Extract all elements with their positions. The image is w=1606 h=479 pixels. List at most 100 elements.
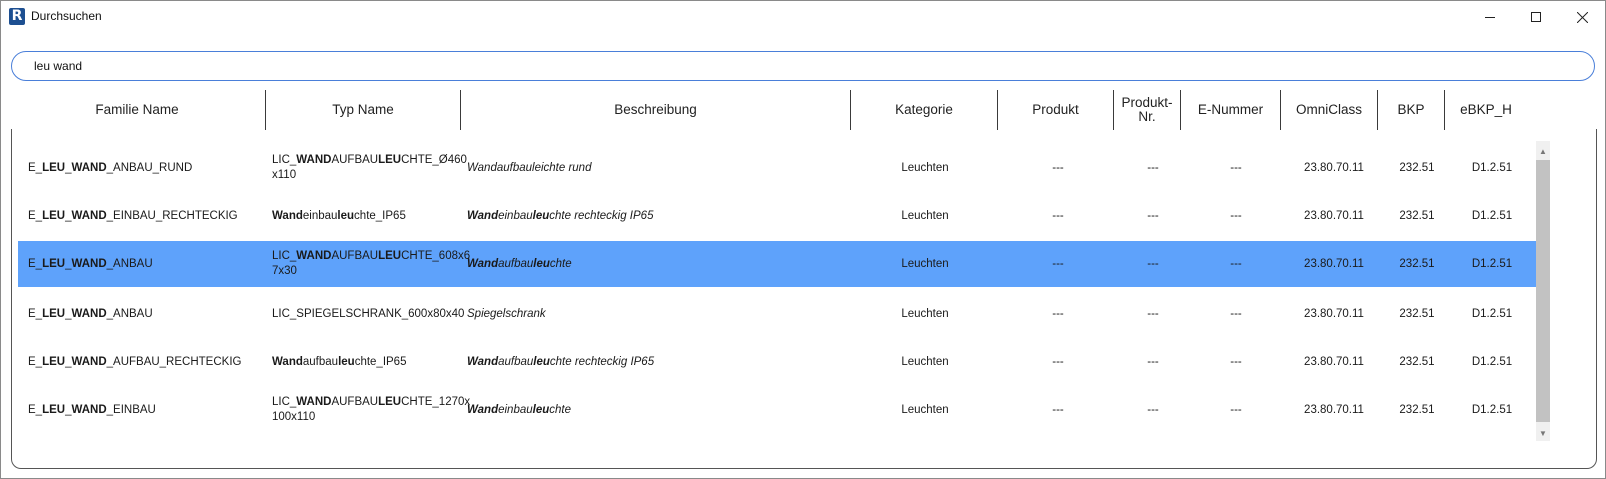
cell-ebkp-h: D1.2.51 [1471, 355, 1513, 368]
results-table: E_LEU_WAND_ANBAU_RUND LIC_WANDAUFBAULEUCH… [11, 129, 1597, 469]
cell-omniclass: 23.80.70.11 [1304, 257, 1364, 270]
browse-window: R Durchsuchen Familie NameTyp NameBeschr… [0, 0, 1606, 479]
column-separator[interactable] [1280, 90, 1281, 130]
cell-kategorie: Leuchten [901, 355, 949, 368]
cell-beschreibung: Wandaufbauleichte rund [467, 161, 592, 174]
column-header-familie-name[interactable]: Familie Name [9, 89, 265, 131]
column-separator[interactable] [1444, 90, 1445, 130]
table-header: Familie Name Typ Name Beschreibung Kategori… [9, 89, 1601, 131]
column-separator[interactable] [265, 90, 266, 130]
cell-bkp: 232.51 [1399, 257, 1435, 270]
close-button[interactable] [1559, 1, 1605, 33]
cell-familie: E_LEU_WAND_EINBAU [28, 403, 156, 416]
cell-typ: LIC_WANDAUFBAULEUCHTE_1270x 100x110 [272, 396, 471, 423]
cell-typ: Wandaufbauleuchte_IP65 [272, 355, 407, 368]
cell-kategorie: Leuchten [901, 257, 949, 270]
cell-produkt-nr: --- [1147, 209, 1159, 222]
cell-typ: LIC_WANDAUFBAULEUCHTE_Ø460 x110 [272, 154, 467, 181]
cell-ebkp-h: D1.2.51 [1471, 257, 1513, 270]
close-icon [1576, 11, 1588, 23]
cell-produkt-nr: --- [1147, 161, 1159, 174]
cell-ebkp-h: D1.2.51 [1471, 403, 1513, 416]
table-row[interactable]: E_LEU_WAND_AUFBAU_RECHTECKIG Wandaufbaule… [18, 339, 1536, 385]
vertical-scrollbar[interactable]: ▲ ▼ [1536, 141, 1550, 441]
cell-produkt: --- [1052, 209, 1064, 222]
cell-produkt-nr: --- [1147, 257, 1159, 270]
column-header-beschreibung[interactable]: Beschreibung [461, 89, 850, 131]
cell-beschreibung: Spiegelschrank [467, 307, 546, 320]
column-separator[interactable] [1377, 90, 1378, 130]
cell-beschreibung: Wandeinbauleuchte [467, 403, 572, 416]
column-header-kategorie[interactable]: Kategorie [851, 89, 997, 131]
column-separator[interactable] [460, 90, 461, 130]
cell-ebkp-h: D1.2.51 [1471, 307, 1513, 320]
column-header-bkp[interactable]: BKP [1378, 89, 1444, 131]
cell-typ: LIC_WANDAUFBAULEUCHTE_608x6 7x30 [272, 250, 471, 277]
cell-omniclass: 23.80.70.11 [1304, 209, 1364, 222]
cell-omniclass: 23.80.70.11 [1304, 403, 1364, 416]
cell-beschreibung: Wandaufbauleuchte [467, 257, 572, 270]
column-header-typ-name[interactable]: Typ Name [266, 89, 460, 131]
column-header-produkt-nr[interactable]: Produkt- Nr. [1114, 89, 1180, 131]
cell-beschreibung: Wandeinbauleuchte rechteckig IP65 [467, 209, 654, 222]
cell-ebkp-h: D1.2.51 [1471, 209, 1513, 222]
cell-omniclass: 23.80.70.11 [1304, 355, 1364, 368]
cell-produkt: --- [1052, 403, 1064, 416]
table-row[interactable]: E_LEU_WAND_ANBAU LIC_SPIEGELSCHRANK_600x8… [18, 291, 1536, 337]
cell-typ: LIC_SPIEGELSCHRANK_600x80x40 [272, 307, 465, 320]
column-header-e-nummer[interactable]: E-Nummer [1181, 89, 1280, 131]
table-row[interactable]: E_LEU_WAND_EINBAU_RECHTECKIG Wandeinbaule… [18, 193, 1536, 239]
column-separator[interactable] [1180, 90, 1181, 130]
table-row[interactable]: E_LEU_WAND_EINBAU LIC_WANDAUFBAULEUCHTE_1… [18, 387, 1536, 433]
cell-kategorie: Leuchten [901, 307, 949, 320]
cell-familie: E_LEU_WAND_AUFBAU_RECHTECKIG [28, 355, 242, 368]
cell-e-nummer: --- [1230, 257, 1242, 270]
table-row[interactable]: E_LEU_WAND_ANBAU LIC_WANDAUFBAULEUCHTE_60… [18, 241, 1536, 287]
cell-e-nummer: --- [1230, 355, 1242, 368]
table-row[interactable]: E_LEU_WAND_ANBAU_RUND LIC_WANDAUFBAULEUCH… [18, 145, 1536, 191]
search-box[interactable] [11, 51, 1595, 81]
cell-kategorie: Leuchten [901, 403, 949, 416]
cell-produkt: --- [1052, 307, 1064, 320]
cell-kategorie: Leuchten [901, 161, 949, 174]
minimize-button[interactable] [1467, 1, 1513, 33]
column-header-ebkp-h[interactable]: eBKP_H [1445, 89, 1527, 131]
cell-produkt: --- [1052, 257, 1064, 270]
cell-typ: Wandeinbauleuchte_IP65 [272, 209, 406, 222]
scroll-down-arrow-icon[interactable]: ▼ [1536, 425, 1550, 441]
cell-bkp: 232.51 [1399, 403, 1435, 416]
cell-bkp: 232.51 [1399, 355, 1435, 368]
window-title: Durchsuchen [31, 9, 102, 23]
cell-produkt: --- [1052, 355, 1064, 368]
cell-familie: E_LEU_WAND_EINBAU_RECHTECKIG [28, 209, 238, 222]
column-header-omniclass[interactable]: OmniClass [1281, 89, 1377, 131]
column-separator[interactable] [997, 90, 998, 130]
column-header-produkt[interactable]: Produkt [998, 89, 1113, 131]
scrollbar-thumb[interactable] [1536, 160, 1550, 422]
cell-omniclass: 23.80.70.11 [1304, 161, 1364, 174]
cell-produkt-nr: --- [1147, 403, 1159, 416]
cell-omniclass: 23.80.70.11 [1304, 307, 1364, 320]
cell-e-nummer: --- [1230, 403, 1242, 416]
cell-ebkp-h: D1.2.51 [1471, 161, 1513, 174]
scroll-up-arrow-icon[interactable]: ▲ [1536, 143, 1550, 159]
cell-familie: E_LEU_WAND_ANBAU_RUND [28, 161, 193, 174]
cell-produkt-nr: --- [1147, 355, 1159, 368]
title-bar: R Durchsuchen [1, 1, 1605, 33]
cell-e-nummer: --- [1230, 209, 1242, 222]
search-input[interactable] [34, 57, 1534, 75]
column-separator[interactable] [850, 90, 851, 130]
maximize-button[interactable] [1513, 1, 1559, 33]
cell-produkt: --- [1052, 161, 1064, 174]
cell-bkp: 232.51 [1399, 161, 1435, 174]
cell-kategorie: Leuchten [901, 209, 949, 222]
maximize-icon [1531, 12, 1541, 22]
cell-beschreibung: Wandaufbauleuchte rechteckig IP65 [467, 355, 655, 368]
cell-familie: E_LEU_WAND_ANBAU [28, 257, 153, 270]
cell-bkp: 232.51 [1399, 209, 1435, 222]
cell-e-nummer: --- [1230, 307, 1242, 320]
column-separator[interactable] [1113, 90, 1114, 130]
cell-bkp: 232.51 [1399, 307, 1435, 320]
cell-e-nummer: --- [1230, 161, 1242, 174]
minimize-icon [1485, 17, 1495, 18]
